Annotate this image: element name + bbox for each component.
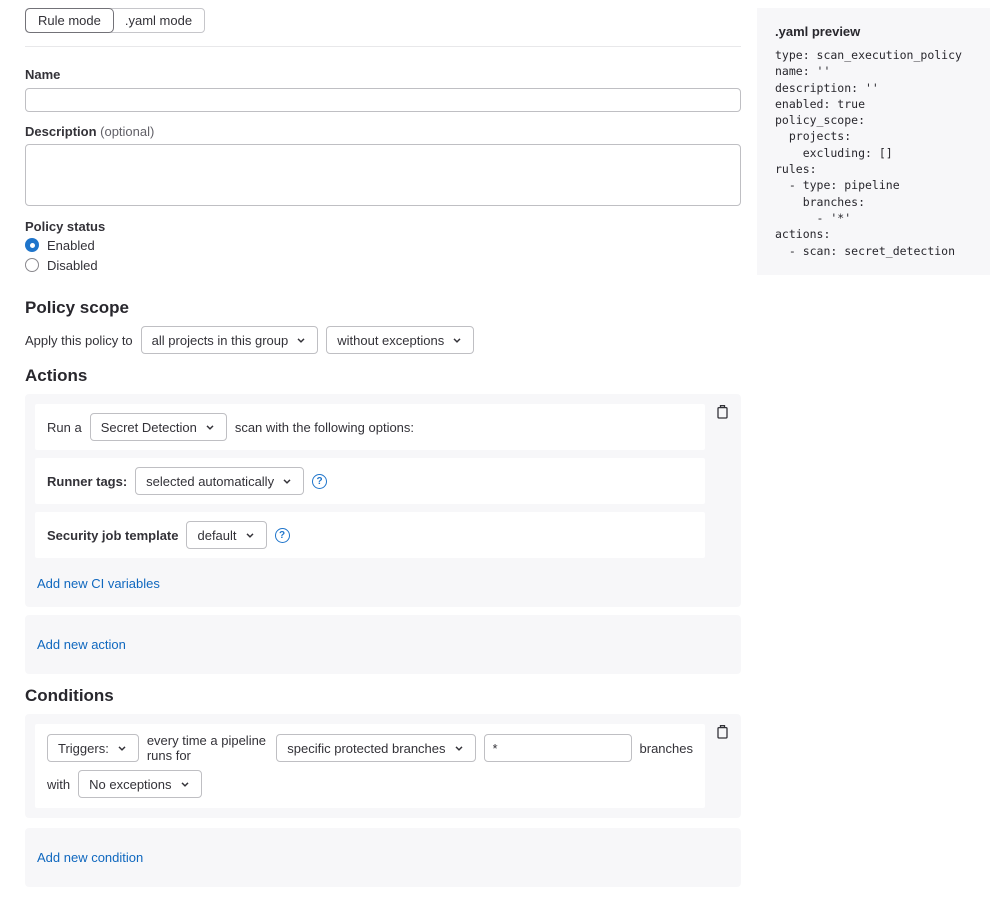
yaml-preview-panel: .yaml preview type: scan_execution_polic… [757,8,990,275]
help-icon[interactable]: ? [275,528,290,543]
trash-icon [716,724,729,739]
add-action-link-row: Add new action [35,625,731,664]
condition-panel: Triggers: every time a pipeline runs for… [25,714,741,818]
description-label-text: Description [25,124,97,139]
yaml-line: rules: [775,161,990,177]
yaml-line: - scan: secret_detection [775,243,990,259]
branch-exceptions-dropdown-label: No exceptions [89,777,171,792]
yaml-line: name: '' [775,63,990,79]
yaml-line: - type: pipeline [775,177,990,193]
branch-exceptions-dropdown[interactable]: No exceptions [78,770,201,798]
triggers-dropdown-label: Triggers: [58,741,109,756]
chevron-down-icon [295,334,307,346]
projects-scope-dropdown[interactable]: all projects in this group [141,326,319,354]
chevron-down-icon [179,778,191,790]
job-template-label: Security job template [47,528,178,543]
ci-variables-link-row: Add new CI variables [35,566,731,597]
description-input[interactable] [25,144,741,206]
policy-scope-row: Apply this policy to all projects in thi… [25,326,741,354]
description-label: Description (optional) [25,124,741,139]
triggers-dropdown[interactable]: Triggers: [47,734,139,762]
runner-tags-dropdown[interactable]: selected automatically [135,467,304,495]
yaml-line: policy_scope: [775,112,990,128]
delete-action-button[interactable] [714,402,731,421]
projects-scope-dropdown-label: all projects in this group [152,333,289,348]
condition-card: Triggers: every time a pipeline runs for… [35,724,705,808]
radio-enabled-label: Enabled [47,238,95,253]
yaml-line: excluding: [] [775,145,990,161]
scan-action-row: Run a Secret Detection scan with the fol… [35,404,705,450]
yaml-line: projects: [775,128,990,144]
divider [25,46,741,47]
runner-tags-dropdown-label: selected automatically [146,474,274,489]
radio-enabled[interactable] [25,238,39,252]
policy-editor-main: Rule mode .yaml mode Name Description (o… [25,8,741,902]
scan-type-dropdown[interactable]: Secret Detection [90,413,227,441]
name-label: Name [25,67,741,82]
run-a-text: Run a [47,420,82,435]
add-condition-panel: Add new condition [25,828,741,887]
editor-mode-toggle: Rule mode .yaml mode [25,8,205,33]
delete-condition-button[interactable] [714,722,731,741]
apply-policy-text: Apply this policy to [25,333,133,348]
exceptions-scope-dropdown-label: without exceptions [337,333,444,348]
chevron-down-icon [451,334,463,346]
branches-suffix-text: branches [640,741,693,756]
radio-disabled-label: Disabled [47,258,98,273]
status-option-disabled[interactable]: Disabled [25,256,741,274]
yaml-line: - '*' [775,210,990,226]
conditions-heading: Conditions [25,686,741,706]
pipeline-runs-text: every time a pipeline runs for [147,733,268,763]
policy-editor-page: Rule mode .yaml mode Name Description (o… [0,0,999,902]
yaml-line: type: scan_execution_policy [775,47,990,63]
name-input[interactable] [25,88,741,112]
action-panel: Run a Secret Detection scan with the fol… [25,394,741,607]
add-condition-link[interactable]: Add new condition [37,850,143,865]
add-ci-variables-link[interactable]: Add new CI variables [37,576,160,591]
chevron-down-icon [281,475,293,487]
chevron-down-icon [244,529,256,541]
runner-tags-row: Runner tags: selected automatically ? [35,458,705,504]
status-option-enabled[interactable]: Enabled [25,236,741,254]
condition-row-2: with No exceptions [47,770,693,798]
policy-status-label: Policy status [25,219,741,234]
description-optional-text: (optional) [100,124,154,139]
add-condition-link-row: Add new condition [35,838,731,877]
with-text: with [47,777,70,792]
condition-row-1: Triggers: every time a pipeline runs for… [47,734,693,762]
branch-type-dropdown[interactable]: specific protected branches [276,734,475,762]
chevron-down-icon [116,742,128,754]
branch-type-dropdown-label: specific protected branches [287,741,445,756]
actions-heading: Actions [25,366,741,386]
yaml-mode-button[interactable]: .yaml mode [113,9,204,32]
yaml-line: description: '' [775,80,990,96]
scan-type-dropdown-label: Secret Detection [101,420,197,435]
trash-icon [716,404,729,419]
job-template-dropdown[interactable]: default [186,521,266,549]
chevron-down-icon [453,742,465,754]
exceptions-scope-dropdown[interactable]: without exceptions [326,326,474,354]
rule-mode-button[interactable]: Rule mode [26,9,113,32]
yaml-line: actions: [775,226,990,242]
job-template-row: Security job template default ? [35,512,705,558]
job-template-dropdown-label: default [197,528,236,543]
add-action-panel: Add new action [25,615,741,674]
radio-disabled[interactable] [25,258,39,272]
chevron-down-icon [204,421,216,433]
scan-options-text: scan with the following options: [235,420,414,435]
yaml-line: enabled: true [775,96,990,112]
branch-pattern-input[interactable] [484,734,632,762]
yaml-preview-title: .yaml preview [775,24,990,39]
yaml-line: branches: [775,194,990,210]
runner-tags-label: Runner tags: [47,474,127,489]
add-action-link[interactable]: Add new action [37,637,126,652]
policy-scope-heading: Policy scope [25,298,741,318]
help-icon[interactable]: ? [312,474,327,489]
